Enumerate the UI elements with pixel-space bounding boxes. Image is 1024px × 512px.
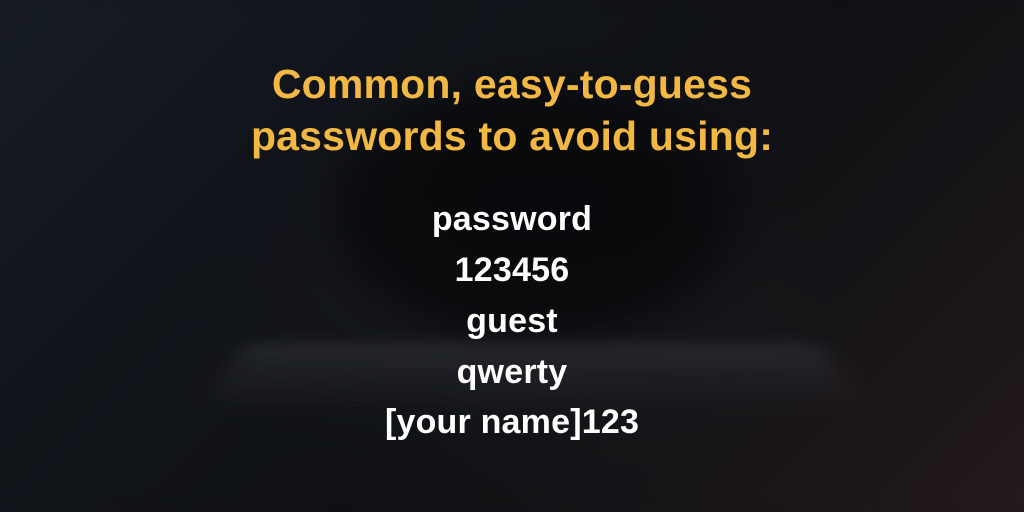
list-item: 123456 xyxy=(385,248,639,293)
headline-line-2: passwords to avoid using: xyxy=(251,113,773,159)
headline: Common, easy-to-guess passwords to avoid… xyxy=(251,58,773,163)
list-item: [your name]123 xyxy=(385,400,639,445)
list-item: qwerty xyxy=(385,350,639,395)
password-list: password 123456 guest qwerty [your name]… xyxy=(385,197,639,445)
content-container: Common, easy-to-guess passwords to avoid… xyxy=(0,0,1024,512)
list-item: guest xyxy=(385,299,639,344)
list-item: password xyxy=(385,197,639,242)
headline-line-1: Common, easy-to-guess xyxy=(272,61,752,107)
